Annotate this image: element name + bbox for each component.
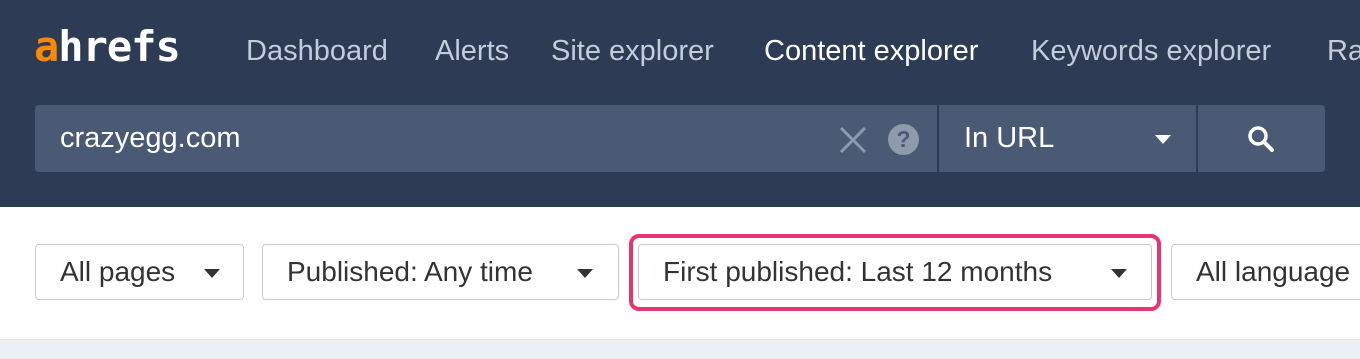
filter-published-label: Published: Any time [287, 256, 533, 287]
search-bar: ? In URL [35, 105, 1325, 172]
main-nav: Dashboard Alerts Site explorer Content e… [0, 33, 1360, 69]
chevron-down-icon [577, 269, 593, 278]
chevron-down-icon [204, 269, 220, 278]
search-mode-label: In URL [964, 122, 1055, 154]
filter-all-pages[interactable]: All pages [35, 244, 244, 300]
search-input[interactable] [35, 105, 825, 172]
nav-site-explorer[interactable]: Site explorer [551, 33, 714, 69]
search-button[interactable] [1198, 105, 1325, 172]
chevron-down-icon [1155, 135, 1171, 144]
filter-published[interactable]: Published: Any time [262, 244, 619, 300]
filter-languages[interactable]: All language [1171, 244, 1360, 300]
nav-keywords-explorer[interactable]: Keywords explorer [1031, 33, 1271, 69]
nav-rank-tracker[interactable]: Ra [1327, 33, 1360, 69]
nav-alerts[interactable]: Alerts [435, 33, 509, 69]
search-input-wrap: ? [35, 105, 937, 172]
nav-dashboard[interactable]: Dashboard [246, 33, 388, 69]
filter-languages-label: All language [1196, 256, 1351, 287]
nav-content-explorer[interactable]: Content explorer [764, 33, 978, 69]
search-mode-dropdown[interactable]: In URL [939, 105, 1196, 172]
top-header: ahrefs Dashboard Alerts Site explorer Co… [0, 0, 1360, 207]
content-area-top [0, 339, 1360, 359]
filter-all-pages-label: All pages [60, 256, 176, 287]
close-icon[interactable] [838, 125, 868, 155]
highlight-outline [629, 234, 1161, 311]
search-icon [1248, 126, 1274, 152]
help-icon[interactable]: ? [888, 124, 919, 155]
